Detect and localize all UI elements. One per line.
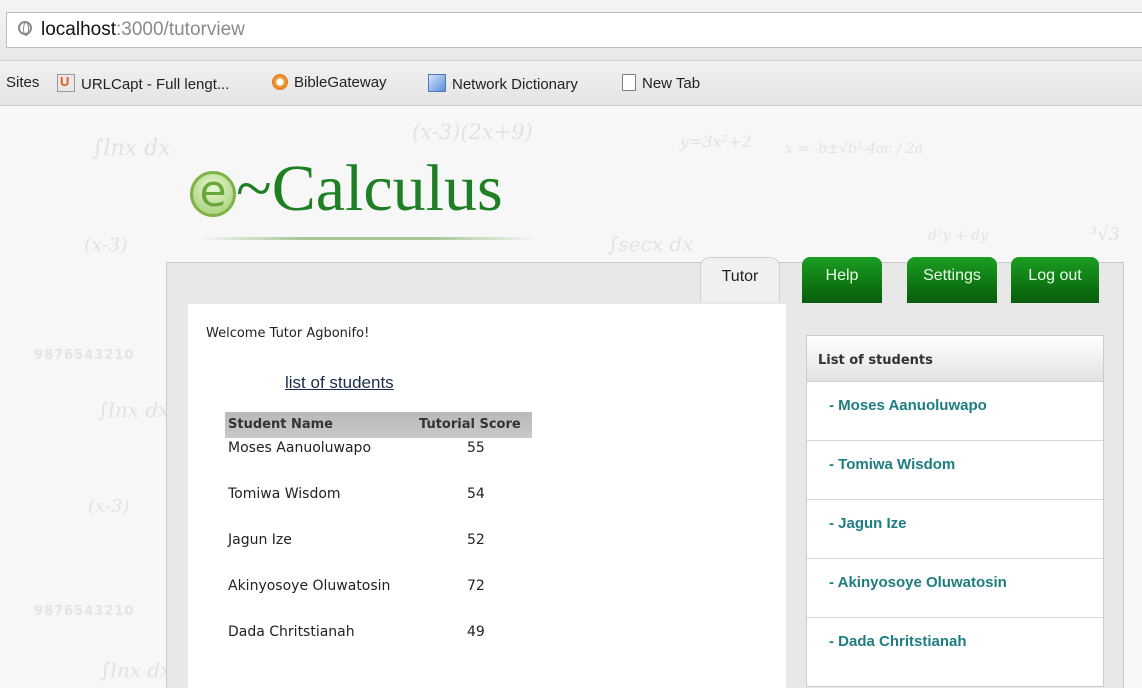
main-content: Welcome Tutor Agbonifo! list of students… bbox=[188, 304, 786, 688]
browser-address-bar: localhost:3000/tutorview bbox=[0, 0, 1142, 61]
bg-math: ∫secx dx bbox=[608, 232, 694, 256]
sidebar-title: List of students bbox=[807, 336, 1103, 382]
url-text[interactable]: localhost:3000/tutorview bbox=[41, 19, 245, 41]
sidebar-item-student[interactable]: - Tomiwa Wisdom bbox=[807, 441, 1103, 500]
list-heading: list of students bbox=[285, 373, 394, 392]
settings-button[interactable]: Settings bbox=[907, 257, 997, 303]
logo-underline bbox=[198, 237, 538, 240]
bookmark-urlcapt[interactable]: URLCapt - Full lengt... bbox=[57, 74, 229, 93]
bookmark-sites[interactable]: Sites bbox=[6, 74, 39, 91]
bg-math: (x-3)(2x+9) bbox=[412, 120, 533, 144]
url-path: :3000/tutorview bbox=[116, 19, 245, 40]
tutorial-score: 49 bbox=[467, 624, 485, 640]
student-sidebar: List of students - Moses Aanuoluwapo - T… bbox=[806, 335, 1104, 687]
bookmark-new-tab[interactable]: New Tab bbox=[622, 74, 700, 92]
sidebar-item-student[interactable]: - Dada Chritstianah bbox=[807, 618, 1103, 677]
tutorial-score: 72 bbox=[467, 578, 485, 594]
bg-digits: 9876543210 bbox=[34, 604, 135, 619]
table-row: Dada Chritstianah 49 bbox=[225, 624, 532, 654]
bookmark-label: Network Dictionary bbox=[452, 76, 578, 93]
student-name: Jagun Ize bbox=[228, 532, 292, 548]
help-button[interactable]: Help bbox=[802, 257, 882, 303]
bookmark-biblegateway[interactable]: BibleGateway bbox=[272, 74, 387, 91]
table-row: Akinyosoye Oluwatosin 72 bbox=[225, 578, 532, 608]
bg-math: d²y + dy bbox=[928, 228, 988, 244]
logo-e-icon: e bbox=[190, 170, 236, 217]
logo-text: ~Calculus bbox=[236, 152, 503, 225]
column-header-student-name: Student Name bbox=[228, 417, 333, 432]
bg-math: x = -b±√b²-4ac / 2a bbox=[785, 141, 924, 157]
sidebar-item-student[interactable]: - Jagun Ize bbox=[807, 500, 1103, 559]
urlcapt-icon bbox=[57, 74, 75, 92]
bookmark-label: URLCapt - Full lengt... bbox=[81, 76, 230, 93]
bg-math: ∫lnx dx bbox=[98, 398, 170, 422]
network-dictionary-icon bbox=[428, 74, 446, 92]
bookmark-label: Sites bbox=[6, 74, 40, 91]
bookmark-label: New Tab bbox=[642, 75, 701, 92]
column-header-tutorial-score: Tutorial Score bbox=[419, 417, 521, 432]
bg-math: ∫lnx dx bbox=[100, 658, 172, 682]
url-field[interactable]: localhost:3000/tutorview bbox=[6, 12, 1142, 48]
student-name: Tomiwa Wisdom bbox=[228, 486, 341, 502]
welcome-message: Welcome Tutor Agbonifo! bbox=[206, 326, 370, 341]
sidebar-item-student[interactable]: - Moses Aanuoluwapo bbox=[807, 382, 1103, 441]
tutorial-score: 55 bbox=[467, 440, 485, 456]
table-header: Student Name Tutorial Score bbox=[225, 412, 532, 438]
student-name: Akinyosoye Oluwatosin bbox=[228, 578, 391, 594]
biblegateway-icon bbox=[272, 74, 288, 90]
globe-icon bbox=[18, 21, 32, 36]
bg-math: ³√3 bbox=[1090, 224, 1121, 245]
tab-tutor[interactable]: Tutor bbox=[700, 257, 780, 302]
student-name: Dada Chritstianah bbox=[228, 624, 355, 640]
bg-math: y=3x²+2 bbox=[680, 132, 752, 151]
url-host: localhost bbox=[41, 19, 116, 40]
tutorial-score: 52 bbox=[467, 532, 485, 548]
table-row: Jagun Ize 52 bbox=[225, 532, 532, 562]
table-row: Moses Aanuoluwapo 55 bbox=[225, 440, 532, 470]
bookmark-label: BibleGateway bbox=[294, 74, 387, 91]
student-name: Moses Aanuoluwapo bbox=[228, 440, 372, 456]
bg-math: ∫lnx dx bbox=[92, 136, 171, 161]
bg-digits: 9876543210 bbox=[34, 348, 135, 363]
logout-button[interactable]: Log out bbox=[1011, 257, 1099, 303]
sidebar-item-student[interactable]: - Akinyosoye Oluwatosin bbox=[807, 559, 1103, 618]
bookmark-network-dictionary[interactable]: Network Dictionary bbox=[428, 74, 578, 93]
bookmarks-bar: Sites URLCapt - Full lengt... BibleGatew… bbox=[0, 61, 1142, 106]
table-row: Tomiwa Wisdom 54 bbox=[225, 486, 532, 516]
tutorial-score: 54 bbox=[467, 486, 485, 502]
bg-math: (x-3) bbox=[88, 496, 130, 517]
page-icon bbox=[622, 74, 636, 91]
bg-math: (x-3) bbox=[84, 234, 128, 256]
page-background: ∫lnx dx (x-3)(2x+9) y=3x²+2 x = -b±√b²-4… bbox=[0, 106, 1142, 688]
